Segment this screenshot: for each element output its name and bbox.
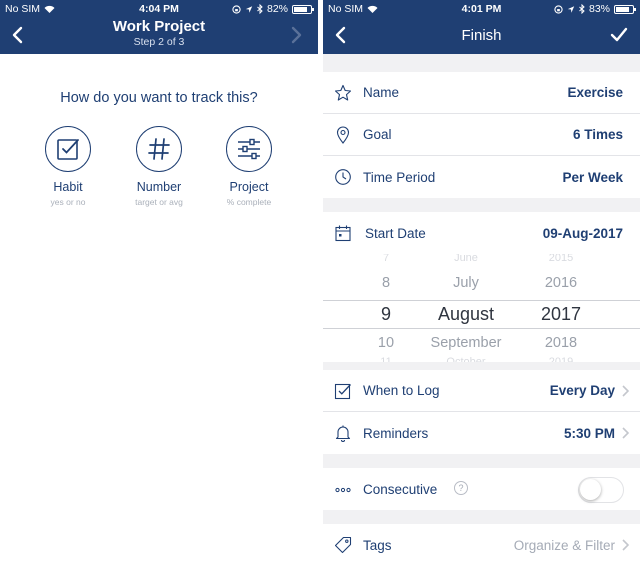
- option-sub: yes or no: [50, 197, 86, 207]
- start-date-row[interactable]: Start Date 09-Aug-2017: [323, 212, 640, 254]
- tags-section: Tags Organize & Filter: [323, 524, 640, 564]
- calendar-icon: [335, 225, 351, 242]
- picker-item[interactable]: 2017: [528, 300, 594, 328]
- option-sub: % complete: [226, 197, 272, 207]
- start-date-value: 09-Aug-2017: [542, 225, 623, 241]
- lock-rotation-icon: [554, 4, 563, 14]
- checkbox-icon: [57, 139, 79, 160]
- picker-item[interactable]: 2019: [528, 352, 594, 362]
- picker-year-column[interactable]: 2015 2016 2017 2018 2019: [528, 254, 594, 362]
- battery-icon: [614, 4, 636, 14]
- row-label: Goal: [363, 127, 392, 142]
- row-label: Name: [363, 85, 400, 100]
- date-section: Start Date 09-Aug-2017 7 8 9 10 11 June July A…: [323, 212, 640, 362]
- goal-value: 6 Times: [572, 127, 623, 142]
- tags-value: Organize & Filter: [513, 537, 615, 553]
- tag-icon: [334, 536, 352, 554]
- option-label: Number: [136, 180, 182, 194]
- page-title: Work Project: [112, 18, 206, 35]
- picker-day-column[interactable]: 7 8 9 10 11: [365, 254, 407, 362]
- name-value: Exercise: [567, 85, 623, 100]
- picker-item[interactable]: 2015: [528, 254, 594, 269]
- when-to-log-value: Every Day: [549, 383, 615, 398]
- picker-item[interactable]: 9: [365, 300, 407, 328]
- picker-item[interactable]: August: [411, 300, 521, 328]
- row-label: Tags: [363, 537, 392, 553]
- checkbox-icon: [334, 383, 351, 400]
- bell-icon: [335, 425, 351, 442]
- logging-section: When to Log Every Day Reminders 5:30 PM: [323, 370, 640, 454]
- name-row[interactable]: Name Exercise: [323, 72, 640, 114]
- reminders-row[interactable]: Reminders 5:30 PM: [323, 412, 640, 454]
- consecutive-section: Consecutive ?: [323, 468, 640, 510]
- picker-item[interactable]: October: [411, 352, 521, 362]
- step-indicator: Step 2 of 3: [133, 36, 185, 48]
- date-picker[interactable]: 7 8 9 10 11 June July August September October 2…: [323, 254, 640, 362]
- status-bar: No SIM 4:04 PM 82%: [0, 0, 318, 18]
- row-label: Consecutive: [363, 481, 438, 497]
- row-label: When to Log: [363, 383, 440, 398]
- chevron-right-icon: [622, 427, 630, 439]
- clock-icon: [335, 169, 351, 185]
- option-label: Project: [229, 180, 269, 194]
- battery-percent: 83%: [588, 3, 610, 15]
- settings-list: Name Exercise Goal 6 Times Time Period P…: [323, 54, 640, 564]
- chevron-right-icon: [622, 385, 630, 397]
- consecutive-toggle[interactable]: [578, 477, 624, 503]
- bluetooth-icon: [257, 4, 263, 14]
- picker-item[interactable]: June: [411, 254, 521, 269]
- picker-item[interactable]: 11: [365, 352, 407, 362]
- track-type-screen: No SIM 4:04 PM 82% Work Project Step 2 o…: [0, 0, 318, 564]
- chevron-right-icon: [291, 26, 302, 44]
- picker-item[interactable]: 2016: [528, 271, 594, 296]
- help-icon[interactable]: ?: [454, 481, 468, 495]
- time-period-value: Per Week: [562, 169, 623, 185]
- goal-row[interactable]: Goal 6 Times: [323, 114, 640, 156]
- reminders-value: 5:30 PM: [563, 425, 615, 441]
- basic-section: Name Exercise Goal 6 Times Time Period P…: [323, 72, 640, 198]
- location-icon: [567, 5, 575, 13]
- consecutive-row: Consecutive ?: [323, 468, 640, 510]
- option-label: Habit: [53, 180, 83, 194]
- star-icon: [334, 84, 352, 101]
- option-project[interactable]: Project % complete: [209, 126, 289, 207]
- time-period-row[interactable]: Time Period Per Week: [323, 156, 640, 198]
- next-button[interactable]: [286, 24, 308, 46]
- chevron-right-icon: [622, 539, 630, 551]
- option-number[interactable]: Number target or avg: [119, 126, 199, 207]
- battery-icon: [292, 4, 314, 14]
- finish-screen: No SIM 4:01 PM 83% Finish Name Exercise …: [323, 0, 640, 564]
- nav-bar: No SIM 4:01 PM 83% Finish: [323, 0, 640, 54]
- picker-item[interactable]: 8: [365, 271, 407, 296]
- checkmark-icon: [610, 27, 628, 42]
- row-label: Reminders: [363, 425, 429, 441]
- nav-bar: No SIM 4:04 PM 82% Work Project Step 2 o…: [0, 0, 318, 54]
- bluetooth-icon: [579, 4, 585, 14]
- battery-percent: 82%: [266, 3, 288, 15]
- picker-item[interactable]: July: [411, 271, 521, 296]
- option-sub: target or avg: [135, 197, 183, 207]
- hash-icon: [148, 138, 170, 160]
- option-habit[interactable]: Habit yes or no: [28, 126, 108, 207]
- when-to-log-row[interactable]: When to Log Every Day: [323, 370, 640, 412]
- track-question: How do you want to track this?: [60, 90, 258, 106]
- picker-month-column[interactable]: June July August September October: [411, 254, 521, 362]
- picker-item[interactable]: 7: [365, 254, 407, 269]
- location-icon: [245, 5, 253, 13]
- row-label: Time Period: [363, 169, 436, 185]
- row-label: Start Date: [365, 225, 426, 241]
- location-pin-icon: [336, 126, 350, 144]
- status-bar: No SIM 4:01 PM 83%: [323, 0, 640, 18]
- lock-rotation-icon: [232, 4, 241, 14]
- page-title: Finish: [461, 27, 502, 44]
- tags-row[interactable]: Tags Organize & Filter: [323, 524, 640, 564]
- sliders-icon: [238, 138, 260, 160]
- done-button[interactable]: [608, 24, 630, 46]
- dots-icon: [335, 487, 351, 493]
